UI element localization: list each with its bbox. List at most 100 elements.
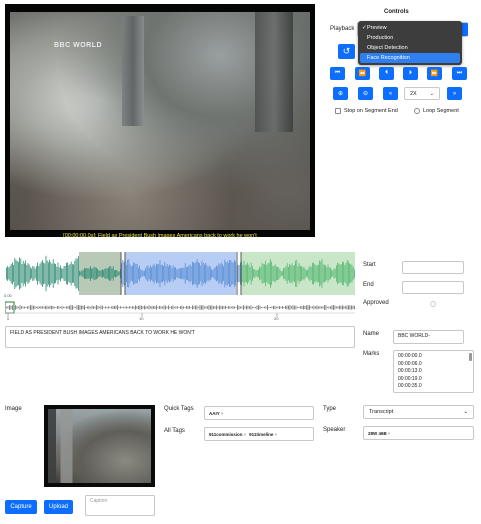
zoom-out-button[interactable]: ⊖ (358, 87, 373, 100)
stop-on-segment-end-checkbox[interactable] (335, 108, 341, 114)
tag-remove-icon[interactable]: × (274, 432, 277, 437)
waveform-bar (98, 270, 100, 277)
loop-segment-checkbox[interactable] (414, 108, 420, 114)
waveform-bar (348, 261, 349, 286)
minimap-bar (253, 306, 255, 309)
skip-start-button[interactable]: ⏮ (330, 67, 345, 80)
playback-option-object-detection[interactable]: Object Detection (360, 43, 460, 53)
waveform-bar (32, 266, 34, 281)
quick-tags-field[interactable]: AAIY × (204, 406, 314, 420)
waveform-bar (129, 264, 131, 283)
mark-item[interactable]: 00:00:35.0 (398, 383, 469, 391)
waveform[interactable] (5, 252, 355, 295)
minimap-bar (339, 305, 340, 310)
all-tags-field[interactable]: 911commission × 911timeline × (204, 427, 314, 441)
chevron-down-icon: ⌄ (429, 90, 434, 97)
slow-down-button[interactable]: « (383, 87, 398, 100)
playback-option-production[interactable]: Production (360, 33, 460, 43)
waveform-bar (288, 266, 289, 281)
waveform-bar (262, 263, 264, 284)
minimap-bar (18, 306, 19, 309)
minimap-bar (187, 306, 189, 309)
caption-field[interactable]: Caption (85, 495, 155, 516)
upload-button[interactable]: Upload (44, 500, 73, 514)
minimap-bar (210, 305, 211, 310)
minimap-bar (220, 305, 222, 310)
minimap-bar (276, 306, 277, 309)
type-select[interactable]: Transcript ⌄ (363, 405, 474, 419)
step-forward-button[interactable]: ⏵ (403, 67, 418, 80)
fast-forward-button[interactable]: ⏩ (427, 67, 442, 80)
waveform-bar (135, 264, 137, 283)
timeline-minimap[interactable] (5, 298, 355, 320)
end-field[interactable] (402, 281, 464, 294)
minimap-bar (349, 305, 351, 310)
waveform-bar (130, 266, 132, 281)
rewind-button[interactable]: ⏪ (355, 67, 370, 80)
playback-option-preview[interactable]: ✓ Preview (360, 23, 460, 33)
step-back-button[interactable]: ⏴ (379, 67, 394, 80)
waveform-bar (205, 262, 206, 284)
mark-item[interactable]: 00:00:00.0 (398, 353, 469, 361)
minimap-bar (111, 306, 112, 309)
waveform-bar (60, 265, 61, 282)
minimap-bar (58, 306, 60, 309)
all-tag: 911timeline × (249, 431, 278, 437)
mark-item[interactable]: 00:00:19.0 (398, 376, 469, 384)
waveform-bar (214, 267, 216, 280)
waveform-bar (351, 264, 353, 283)
waveform-bar (169, 264, 170, 283)
waveform-bar (204, 264, 205, 283)
waveform-bar (294, 264, 295, 282)
marks-list[interactable]: 00:00:00.0 00:00:06.0 00:00:13.0 00:00:1… (393, 350, 474, 393)
approved-checkbox[interactable] (430, 301, 436, 307)
waveform-bar (354, 269, 355, 278)
step-forward-icon: ⏵ (408, 70, 412, 76)
tick-label-0: 0 (7, 316, 10, 321)
start-field[interactable] (402, 261, 464, 274)
minimap-bar (40, 306, 42, 309)
minimap-bar (133, 306, 135, 309)
tag-remove-icon[interactable]: × (388, 431, 391, 436)
minimap-bar (300, 306, 301, 309)
mark-item[interactable]: 00:00:06.0 (398, 361, 469, 369)
zoom-in-button[interactable]: ⊕ (333, 87, 348, 100)
waveform-bar (192, 261, 193, 286)
skip-end-button[interactable]: ⏭ (452, 67, 467, 80)
waveform-bar (74, 260, 76, 287)
minimap-bar (154, 306, 156, 309)
video-player[interactable]: BBC WORLD [00:00:00.0s]: Field as Presid… (5, 4, 315, 239)
minimap-bar (238, 305, 240, 310)
tag-remove-icon[interactable]: × (221, 411, 224, 416)
waveform-bar (25, 260, 26, 287)
playback-option-face-recognition[interactable]: Face Recognition (360, 53, 460, 63)
marks-scrollbar[interactable] (469, 353, 472, 361)
waveform-bar (45, 255, 47, 292)
minimap-bar (123, 306, 124, 309)
waveform-bar (142, 270, 144, 277)
minimap-bar (171, 306, 172, 309)
speaker-label: Speaker (323, 427, 346, 433)
speed-select[interactable]: 2X ⌄ (404, 87, 440, 100)
minimap-bar (114, 305, 115, 309)
speaker-field[interactable]: 28W 46B × (363, 426, 474, 440)
replay-button[interactable]: ↺ (338, 44, 355, 59)
waveform-bar (229, 260, 230, 287)
tag-remove-icon[interactable]: × (244, 432, 247, 437)
minimap-bar (205, 306, 207, 309)
minimap-bar (348, 305, 349, 310)
waveform-bar (104, 268, 106, 279)
mark-item[interactable]: 00:00:13.0 (398, 368, 469, 376)
capture-button[interactable]: Capture (5, 500, 37, 514)
minimap-bar (57, 306, 58, 309)
waveform-bar (258, 269, 259, 278)
waveform-bar (228, 263, 229, 284)
transcript-textarea[interactable]: FIELD AS PRESIDENT BUSH IMAGES AMERICANS… (5, 326, 355, 348)
minimap-bar (333, 305, 334, 310)
speed-up-button[interactable]: » (447, 87, 462, 100)
name-field[interactable]: BBC WORLD- (393, 330, 464, 344)
waveform-bar (336, 265, 337, 282)
waveform-bar (188, 265, 190, 282)
waveform-bar (194, 263, 196, 284)
start-label: Start (363, 262, 376, 268)
